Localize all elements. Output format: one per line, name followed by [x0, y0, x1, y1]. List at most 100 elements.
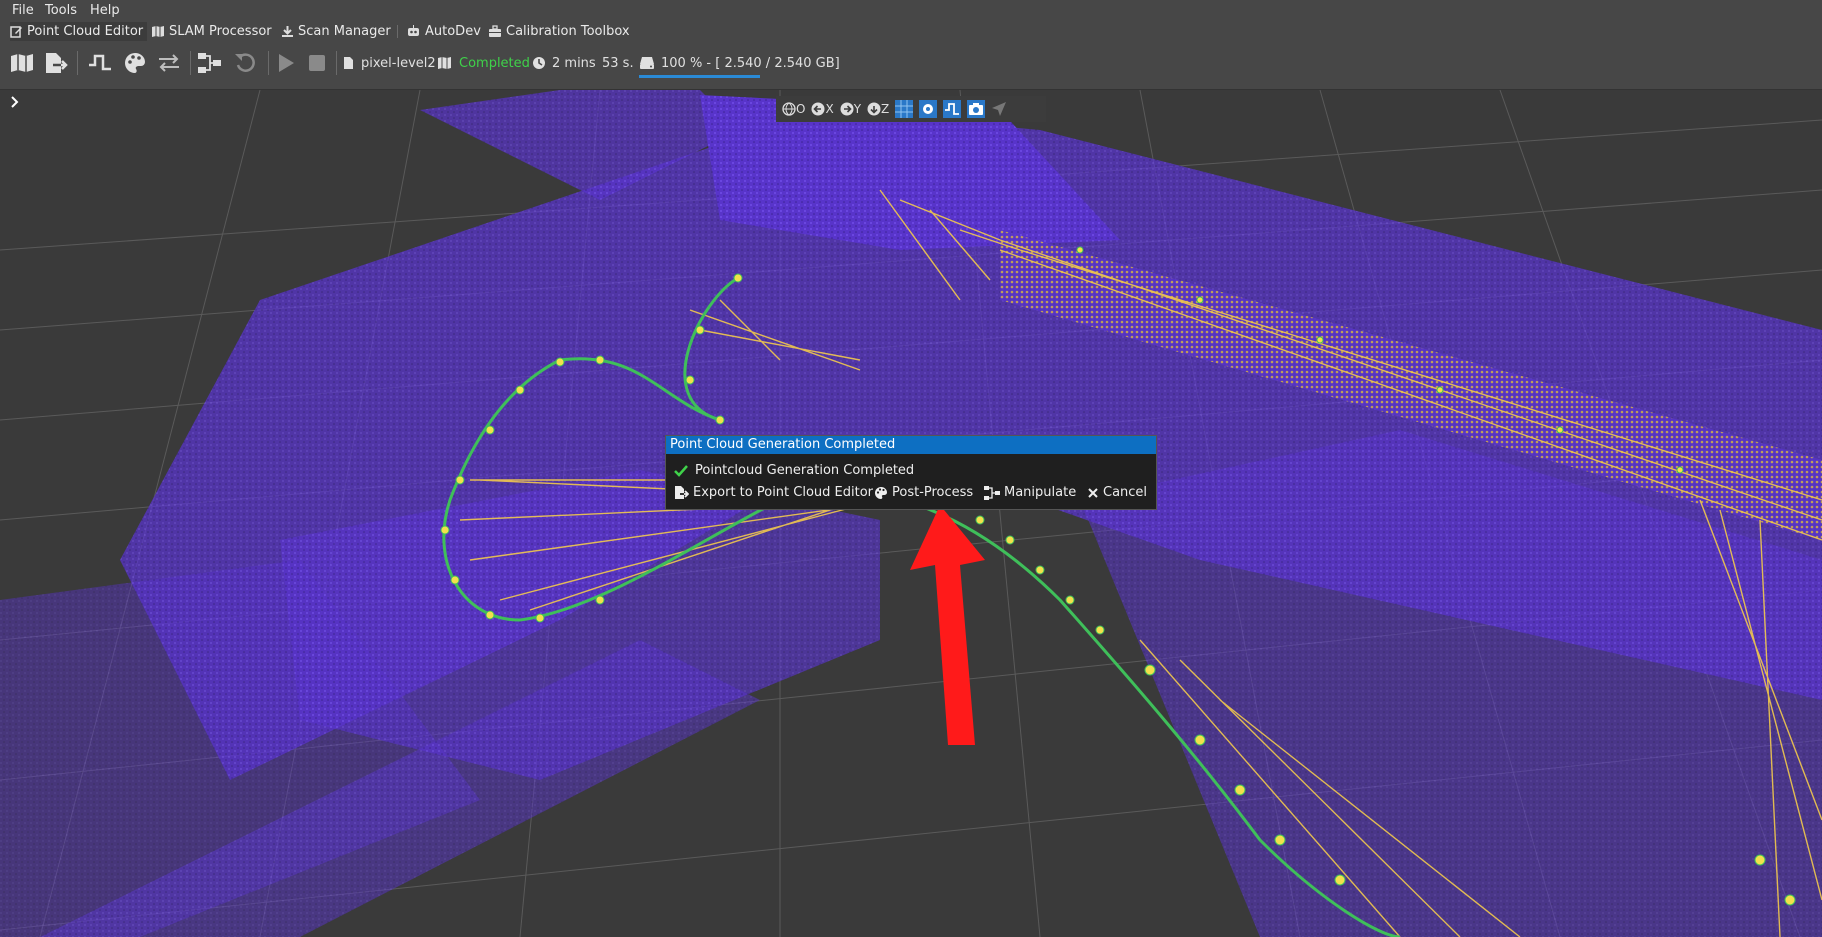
view-z-button[interactable]: Z [867, 98, 889, 120]
colorize-button[interactable] [121, 49, 149, 77]
manipulate-label: Manipulate [1004, 485, 1077, 500]
swap-arrows-icon [159, 54, 179, 72]
view-toolbar: O X Y Z [776, 96, 1046, 122]
trajectory-icon [89, 54, 111, 71]
tab-slam-processor[interactable]: SLAM Processor [151, 22, 272, 41]
panel-expand-button[interactable] [4, 91, 26, 113]
points-toggle-button[interactable] [919, 98, 938, 120]
view-x-label: X [825, 102, 834, 116]
tab-label: Point Cloud Editor [27, 24, 144, 39]
export-to-editor-button[interactable]: Export to Point Cloud Editor [674, 485, 873, 500]
menu-tools[interactable]: Tools [45, 3, 77, 18]
divider [190, 51, 191, 75]
chevron-right-icon [11, 96, 19, 108]
menu-bar: File Tools Help [0, 0, 1822, 23]
menu-file[interactable]: File [12, 3, 34, 18]
open-map-button[interactable] [8, 49, 36, 77]
view-y-label: Y [853, 102, 862, 116]
divider [397, 25, 398, 38]
stop-button[interactable] [303, 49, 331, 77]
status-text: Completed [459, 56, 530, 71]
dialog-message: Pointcloud Generation Completed [674, 463, 914, 478]
palette-icon [875, 486, 887, 499]
file-export-icon [46, 53, 68, 73]
arrow-right-circle-icon [840, 102, 854, 116]
screenshot-button[interactable] [967, 98, 986, 120]
tab-label: Calibration Toolbox [506, 24, 630, 39]
undo-button[interactable] [231, 49, 259, 77]
point-cloud [0, 90, 1822, 937]
tab-label: Scan Manager [298, 24, 391, 39]
file-icon [344, 57, 353, 69]
network-icon [984, 485, 1000, 500]
dialog-title: Point Cloud Generation Completed [666, 436, 1156, 454]
hard-drive-icon [640, 57, 654, 69]
cancel-label: Cancel [1103, 485, 1148, 500]
completion-dialog: Point Cloud Generation Completed Pointcl… [665, 435, 1157, 510]
grid-toggle-button[interactable] [895, 98, 914, 120]
view-y-button[interactable]: Y [840, 98, 861, 120]
mode-bar: Point Cloud Editor SLAM Processor Scan M… [0, 22, 1822, 41]
tab-calibration-toolbox[interactable]: Calibration Toolbox [488, 22, 630, 41]
view-x-button[interactable]: X [811, 98, 834, 120]
checkmark-icon [674, 464, 688, 477]
tab-autodev[interactable]: AutoDev [406, 22, 481, 41]
map-icon [438, 57, 451, 69]
trajectory-icon [943, 100, 962, 118]
divider [77, 51, 78, 75]
trajectory-toggle-button[interactable] [943, 98, 962, 120]
export-to-editor-label: Export to Point Cloud Editor [693, 485, 874, 500]
tab-label: AutoDev [425, 24, 481, 39]
file-export-icon [675, 486, 689, 499]
tab-scan-manager[interactable]: Scan Manager [281, 22, 391, 41]
download-icon [282, 26, 293, 37]
arrow-left-circle-icon [811, 102, 825, 116]
elapsed-time: 2 mins [552, 56, 596, 71]
location-arrow-icon [992, 102, 1007, 116]
arrow-down-circle-icon [867, 102, 881, 116]
navigate-button[interactable] [991, 98, 1007, 120]
clock-icon [533, 57, 545, 69]
tab-point-cloud-editor[interactable]: Point Cloud Editor [10, 22, 148, 41]
map-icon [11, 54, 33, 72]
network-icon [198, 53, 221, 73]
map-icon [152, 26, 164, 37]
view-origin-button[interactable]: O [782, 98, 805, 120]
menu-help[interactable]: Help [90, 3, 120, 18]
3d-viewport[interactable] [0, 90, 1822, 937]
memory-progress-fill [639, 75, 760, 78]
palette-icon [125, 53, 145, 73]
divider [336, 51, 337, 75]
export-button[interactable] [42, 49, 70, 77]
target-icon [919, 100, 938, 118]
toolbar: pixel-level2 Completed 2 mins 53 s. 100 … [0, 41, 1822, 90]
edit-icon [10, 26, 22, 38]
manipulate-button[interactable]: Manipulate [984, 485, 1076, 500]
memory-usage: 100 % - [ 2.540 / 2.540 GB] [661, 56, 840, 71]
view-origin-label: O [796, 102, 806, 116]
memory-progress-track [639, 75, 760, 78]
view-z-label: Z [881, 102, 890, 116]
point-cloud-render [0, 90, 1822, 937]
play-icon [279, 54, 294, 72]
globe-icon [782, 102, 796, 116]
post-process-button[interactable]: Post-Process [874, 485, 973, 500]
grid-icon [895, 100, 914, 118]
graph-button[interactable] [196, 49, 224, 77]
red-arrow-annotation [910, 505, 985, 745]
dialog-message-text: Pointcloud Generation Completed [695, 463, 915, 478]
project-name: pixel-level2 [361, 56, 436, 71]
close-icon [1088, 487, 1098, 498]
post-process-label: Post-Process [892, 485, 974, 500]
trajectory-button[interactable] [86, 49, 114, 77]
play-button[interactable] [272, 49, 300, 77]
cancel-button[interactable]: Cancel [1087, 485, 1147, 500]
robot-icon [408, 25, 419, 36]
divider [268, 51, 269, 75]
undo-icon [235, 53, 255, 72]
camera-icon [967, 100, 986, 118]
tab-label: SLAM Processor [169, 24, 272, 39]
stop-icon [309, 55, 325, 71]
elapsed-seconds: 53 s. [602, 56, 634, 71]
swap-button[interactable] [155, 49, 183, 77]
